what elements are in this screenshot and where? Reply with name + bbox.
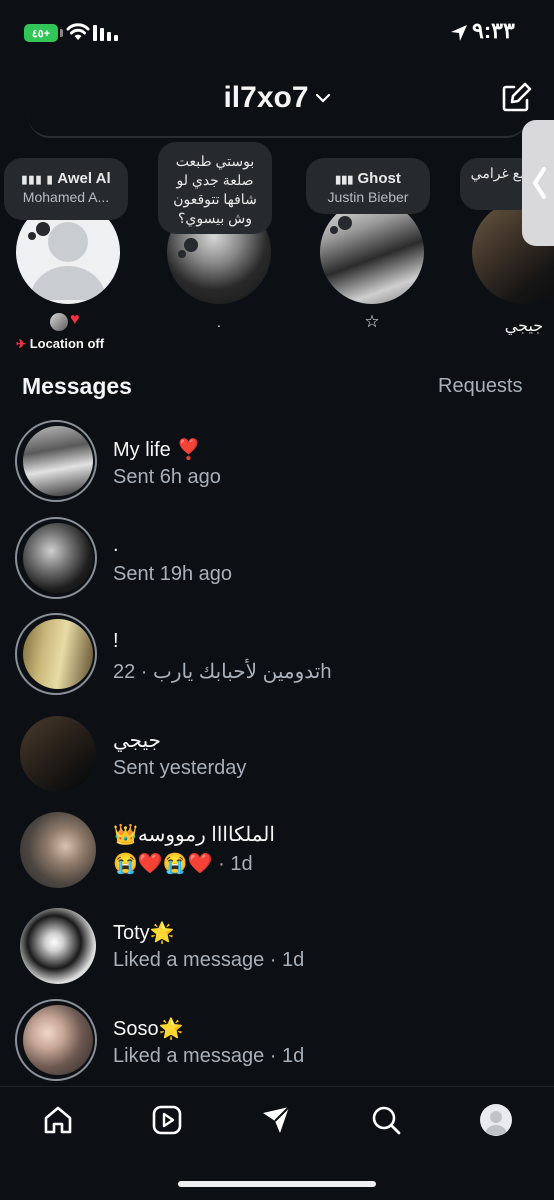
conversation-status: Sent yesterday — [113, 757, 247, 779]
note-bubble-tail — [330, 226, 338, 234]
conversation-name: جيجي — [113, 730, 161, 752]
wifi-icon — [66, 23, 90, 40]
chevron-left-icon — [532, 167, 546, 199]
location-off-row[interactable]: ✈ Location off — [16, 336, 104, 351]
note-bubble-tail — [184, 238, 198, 252]
list-item[interactable]: Toty🌟 Liked a message · 1d — [0, 898, 554, 994]
note-label: . — [217, 314, 221, 330]
avatar — [20, 812, 96, 888]
default-avatar-icon — [485, 1111, 507, 1135]
list-item[interactable]: . Sent 19h ago — [0, 512, 554, 608]
heart-icon: ♥ — [70, 311, 80, 328]
conversation-name: الملكاااا رمووسه👑 — [113, 824, 275, 846]
location-off-label: Location off — [29, 336, 105, 351]
reels-icon[interactable] — [151, 1104, 183, 1136]
note-bubble-tail — [338, 216, 352, 230]
avatar — [23, 426, 93, 496]
account-switcher[interactable]: il7xo7 — [0, 80, 554, 115]
mini-avatar — [50, 313, 68, 331]
location-off-icon: ✈ — [16, 337, 27, 351]
conversation-name: My life ❣️ — [113, 439, 202, 461]
account-name: il7xo7 — [223, 81, 309, 115]
note-song-artist: Justin Bieber — [327, 189, 409, 205]
conversation-status: Liked a message · 1d — [113, 1045, 305, 1067]
note-bubble-tail — [36, 222, 50, 236]
search-icon[interactable] — [370, 1104, 402, 1136]
note-bubble-music[interactable]: ▮▮▮ Ghost Justin Bieber — [306, 158, 430, 214]
note-label: جيجي — [504, 318, 544, 335]
home-indicator — [178, 1181, 376, 1187]
music-bars-icon: ▮▮▮ ▮ — [21, 174, 54, 186]
profile-tab-avatar[interactable] — [480, 1104, 512, 1136]
compose-icon[interactable] — [500, 82, 532, 114]
avatar — [23, 619, 93, 689]
location-arrow-icon — [451, 25, 467, 41]
signal-icon — [93, 25, 118, 41]
conversation-name: Toty🌟 — [113, 922, 175, 944]
note-bubble-tail — [28, 232, 36, 240]
list-item[interactable]: My life ❣️ Sent 6h ago — [0, 415, 554, 511]
note-song-title: Ghost — [357, 170, 401, 187]
clock: ٩:٣٣ — [472, 18, 515, 43]
requests-link[interactable]: Requests — [438, 375, 523, 398]
note-avatar[interactable] — [320, 200, 424, 304]
note-text: بوستي طبعت صلعة جدي لو شافها تتوقعون وش … — [173, 153, 257, 226]
conversation-status: Sent 6h ago — [113, 466, 221, 488]
note-bubble-text[interactable]: بوستي طبعت صلعة جدي لو شافها تتوقعون وش … — [158, 142, 272, 234]
chevron-down-icon — [315, 93, 330, 103]
messages-title: Messages — [22, 373, 132, 399]
conversation-name: ! — [113, 630, 119, 652]
battery-indicator: ٤٥+ — [24, 24, 58, 42]
home-icon[interactable] — [42, 1104, 74, 1136]
avatar — [20, 908, 96, 984]
note-bubble-music[interactable]: ▮▮▮ ▮ Awel Al Mohamed A... — [4, 158, 128, 220]
note-label: ☆ — [364, 312, 380, 331]
direct-messages-icon[interactable] — [260, 1104, 292, 1136]
conversation-status: 😭❤️😭❤️ · 1d — [113, 853, 253, 875]
battery-tip — [60, 29, 63, 37]
conversation-name: . — [113, 534, 119, 556]
conversation-status: Sent 19h ago — [113, 563, 232, 585]
conversation-name: Soso🌟 — [113, 1018, 184, 1040]
note-song-title: Awel Al — [57, 170, 111, 187]
battery-text: ٤٥+ — [31, 27, 51, 40]
conversation-status: Liked a message · 1d — [113, 949, 305, 971]
list-item[interactable]: الملكاااا رمووسه👑 😭❤️😭❤️ · 1d — [0, 802, 554, 898]
list-item[interactable]: Soso🌟 Liked a message · 1d — [0, 994, 554, 1090]
list-item[interactable]: جيجي Sent yesterday — [0, 706, 554, 802]
list-item[interactable]: ! تدومين لأحبابك يارب · 22h — [0, 608, 554, 704]
avatar — [23, 523, 93, 593]
side-panel-handle[interactable] — [522, 120, 554, 246]
avatar — [20, 716, 96, 792]
avatar — [23, 1005, 93, 1075]
conversation-status: تدومين لأحبابك يارب · 22h — [113, 661, 332, 683]
notes-divider — [28, 116, 528, 138]
note-song-artist: Mohamed A... — [22, 189, 110, 205]
music-bars-icon: ▮▮▮ — [335, 174, 354, 186]
note-bubble-tail — [178, 250, 186, 258]
